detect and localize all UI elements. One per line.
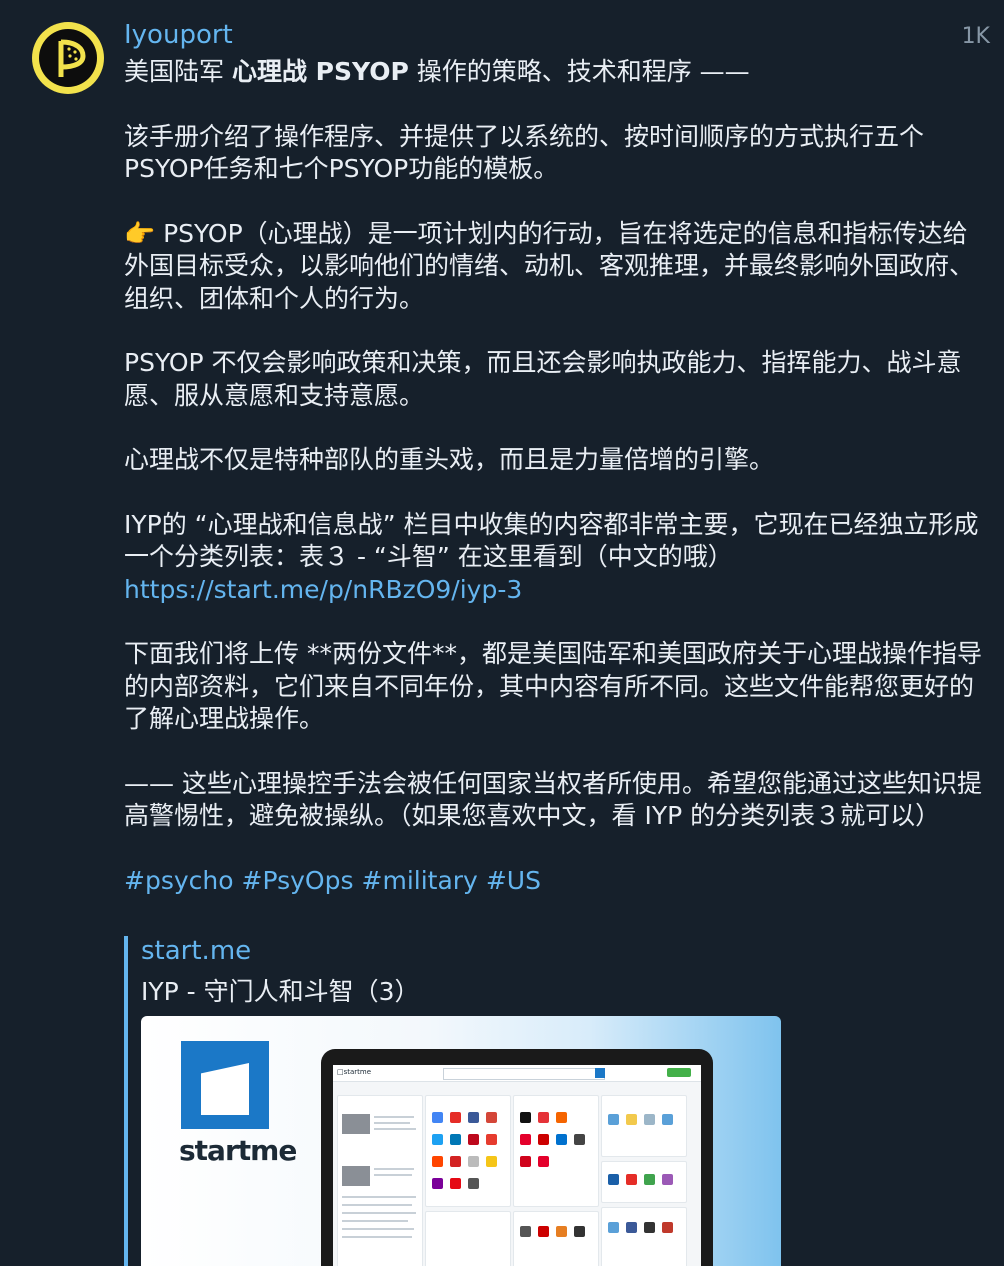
pirate-flag-icon <box>39 29 97 87</box>
headline: 美国陆军 心理战 PSYOP 操作的策略、技术和程序 —— <box>124 56 992 89</box>
message-body: 美国陆军 心理战 PSYOP 操作的策略、技术和程序 —— 该手册介绍了操作程序… <box>124 56 992 909</box>
link-preview[interactable]: start.me IYP - 守门人和斗智（3） startme □startm… <box>124 936 788 1266</box>
hashtag-list: #psycho #PsyOps #military #US <box>124 865 992 898</box>
paragraph-7: —— 这些心理操控手法会被任何国家当权者所使用。希望您能通过这些知识提高警惕性，… <box>124 768 982 831</box>
headline-prefix: 美国陆军 <box>124 57 232 86</box>
startme-link[interactable]: https://start.me/p/nRBzO9/iyp-3 <box>124 575 522 604</box>
headline-suffix: 操作的策略、技术和程序 —— <box>408 57 750 86</box>
preview-title[interactable]: IYP - 守门人和斗智（3） <box>141 972 420 1008</box>
views-count: 1K <box>961 24 990 49</box>
hashtag[interactable]: #military <box>362 866 478 895</box>
paragraph-5: IYP的 “心理战和信息战” 栏目中收集的内容都非常主要，它现在已经独立形成一个… <box>124 509 992 607</box>
paragraph-1: 该手册介绍了操作程序、并提供了以系统的、按时间顺序的方式执行五个PSYOP任务和… <box>124 121 925 184</box>
startme-logo-text: startme <box>179 1134 297 1167</box>
startme-logo-icon <box>181 1041 269 1129</box>
channel-name[interactable]: Iyouport <box>124 20 233 50</box>
paragraph-2: 👉 PSYOP（心理战）是一项计划内的行动，旨在将选定的信息和指标传达给外国目标… <box>124 218 975 313</box>
laptop-mockup: □startme <box>321 1049 713 1266</box>
hashtag[interactable]: #psycho <box>124 866 234 895</box>
headline-bold: 心理战 PSYOP <box>231 57 409 86</box>
paragraph-6: 下面我们将上传 **两份文件**，都是美国陆军和美国政府关于心理战操作指导的内部… <box>124 639 982 733</box>
paragraph-4: 心理战不仅是特种部队的重头戏，而且是力量倍增的引擎。 <box>124 445 775 474</box>
channel-avatar[interactable] <box>32 22 104 94</box>
preview-site-name[interactable]: start.me <box>141 936 251 966</box>
hashtag[interactable]: #US <box>486 866 541 895</box>
laptop-screen: □startme <box>333 1065 701 1266</box>
hashtag[interactable]: #PsyOps <box>242 866 354 895</box>
screen-logo: □startme <box>337 1068 372 1076</box>
paragraph-5-text: IYP的 “心理战和信息战” 栏目中收集的内容都非常主要，它现在已经独立形成一个… <box>124 509 979 572</box>
paragraph-3: PSYOP 不仅会影响政策和决策，而且还会影响执政能力、指挥能力、战斗意愿、服从… <box>124 348 962 410</box>
preview-image[interactable]: startme □startme <box>141 1016 781 1266</box>
